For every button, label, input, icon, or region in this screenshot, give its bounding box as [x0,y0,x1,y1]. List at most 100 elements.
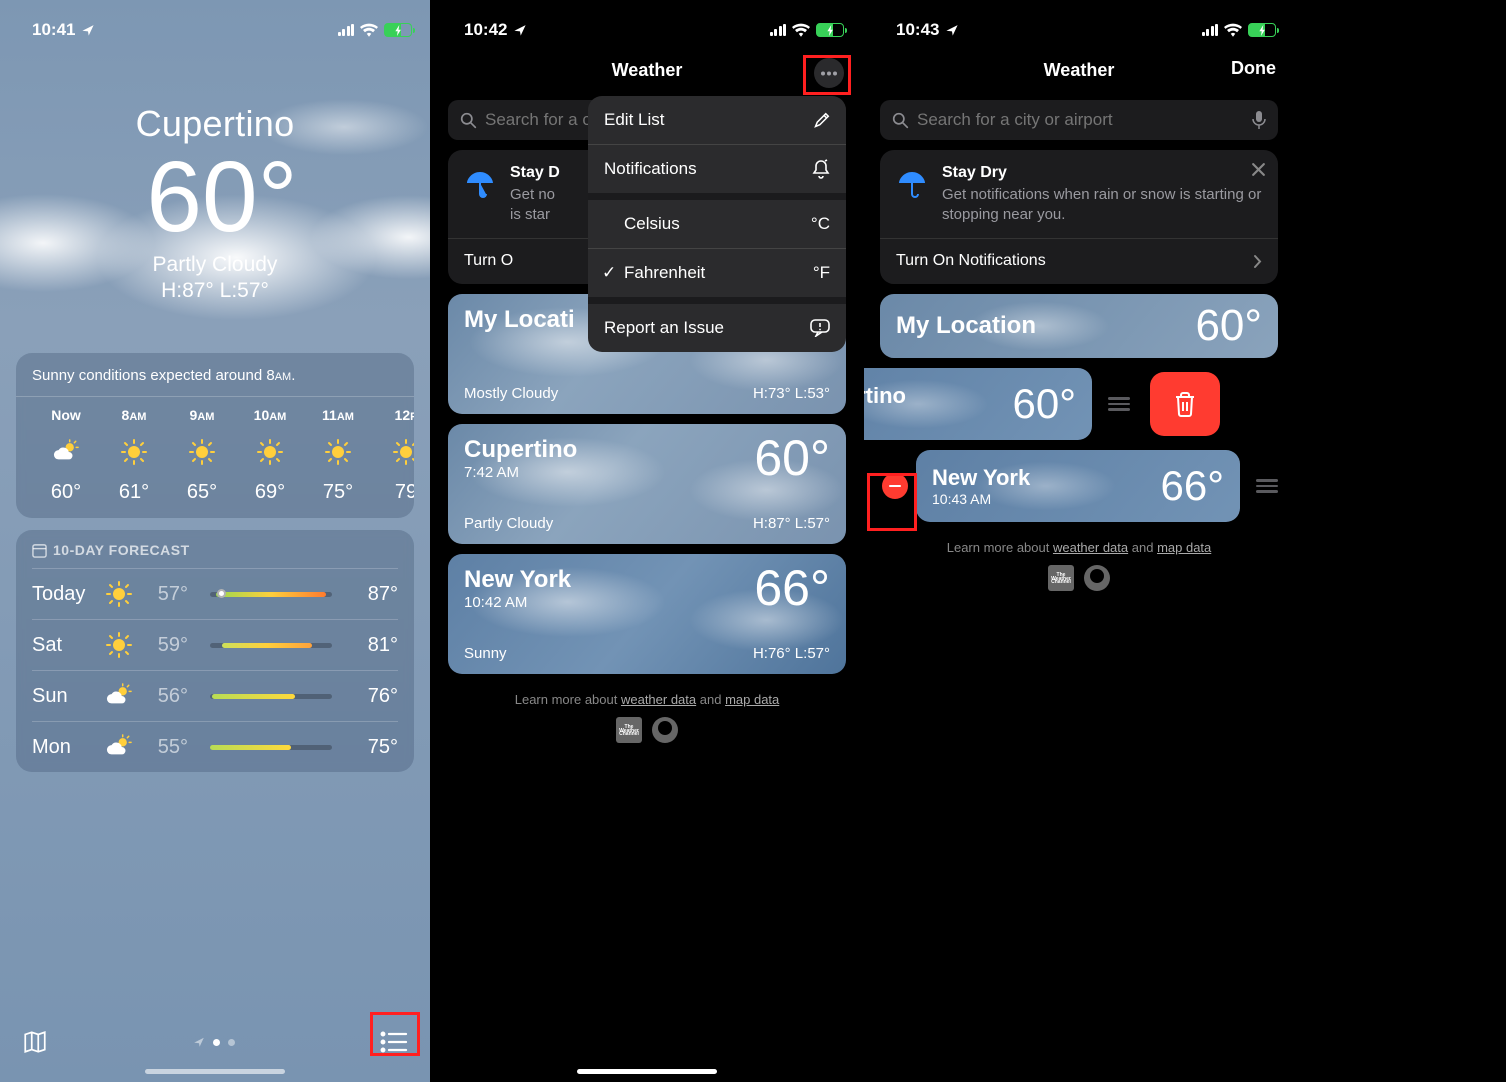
celsius-label: °C [811,214,830,234]
nav-bar: Weather Done [864,48,1294,92]
nav-title: Weather [612,60,683,81]
city-card-newyork[interactable]: New York10:43 AM 66° [916,450,1240,522]
status-time: 10:43 [896,20,939,40]
wifi-icon [1224,23,1242,37]
city-card-cupertino[interactable]: upertino43 AM 60° [864,368,1092,440]
mic-icon[interactable] [1252,110,1266,130]
menu-celsius[interactable]: Celsius°C [588,200,846,248]
nav-bar: Weather [432,48,862,92]
day-row[interactable]: Today57°87° [32,568,398,619]
umbrella-icon [896,168,928,200]
weather-hero: Cupertino 60° Partly Cloudy H:87° L:57° [0,48,430,303]
map-data-link[interactable]: map data [725,692,779,707]
screen-weather-edit: 10:43 Weather Done Stay Dry Get notifica… [864,0,1294,1082]
close-icon[interactable] [1251,162,1266,177]
notif-action-row[interactable]: Turn On Notifications [880,238,1278,270]
city-name: New York [932,465,1030,491]
notif-body: Get nois star [510,185,560,224]
map-data-link[interactable]: map data [1157,540,1211,555]
daily-forecast-card[interactable]: 10-DAY FORECAST Today57°87°Sat59°81°Sun5… [16,530,414,772]
city-cond: Partly Cloudy [464,515,553,532]
menu-edit-list[interactable]: Edit List [588,96,846,144]
umbrella-icon [464,168,496,200]
notification-card: Stay Dry Get notifications when rain or … [880,150,1278,284]
city-temp: 60° [754,436,830,481]
day-row[interactable]: Mon55°75° [32,721,398,772]
drag-handle[interactable] [1240,479,1294,493]
home-indicator[interactable] [145,1069,285,1074]
chat-icon [810,319,830,337]
delete-button[interactable] [1150,372,1220,436]
menu-notifications[interactable]: Notifications [588,145,846,193]
options-menu: Edit List Notifications Celsius°C Fahren… [588,96,846,352]
battery-icon [816,23,844,37]
notif-body: Get notifications when rain or snow is s… [942,185,1262,224]
hour-column: 12P79 [372,407,414,504]
screen-weather-detail: 10:41 Cupertino 60° Partly Cloudy H:87° … [0,0,430,1082]
cellular-icon [338,24,355,36]
chevron-right-icon [1253,254,1262,269]
day-row[interactable]: Sun56°76° [32,670,398,721]
status-time: 10:42 [464,20,507,40]
learn-more: Learn more about weather data and map da… [864,540,1294,555]
fahrenheit-label: °F [813,263,830,283]
wifi-icon [360,23,378,37]
city-cond: Sunny [464,645,507,662]
city-name: upertino [864,383,906,409]
city-time: 10:43 AM [932,491,1030,507]
cellular-icon [770,24,787,36]
trash-icon [1173,391,1197,417]
city-card-newyork[interactable]: New York10:42 AM66° SunnyH:76° L:57° [448,554,846,674]
home-indicator[interactable] [577,1069,717,1074]
city-name: Cupertino [464,436,577,464]
pencil-icon [813,112,830,129]
city-temp: 60° [1012,380,1076,428]
weather-channel-icon: TheWeatherChannel [1048,565,1074,591]
location-name: Cupertino [0,103,430,145]
city-time: 10:42 AM [464,594,571,611]
city-row-mylocation[interactable]: My Location 60° [880,294,1278,358]
calendar-icon [32,543,47,558]
drag-handle[interactable] [1092,397,1146,411]
location-arrow-icon [513,23,527,37]
city-name: New York [464,566,571,594]
done-button[interactable]: Done [1231,58,1276,79]
search-input[interactable] [917,110,1244,130]
city-temp: 66° [754,566,830,611]
highlight-box [867,473,917,531]
map-icon[interactable] [22,1029,48,1055]
city-cond: Mostly Cloudy [464,385,558,402]
weather-data-link[interactable]: weather data [621,692,696,707]
city-row-newyork: New York10:43 AM 66° [864,450,1294,522]
hour-column: 8AM61° [100,407,168,504]
weather-data-link[interactable]: weather data [1053,540,1128,555]
search-bar[interactable] [880,100,1278,140]
search-icon [892,112,909,129]
swirl-icon [652,717,678,743]
city-time: 7:42 AM [464,464,577,481]
page-dots[interactable] [193,1036,235,1048]
status-time: 10:41 [32,20,75,40]
battery-icon [384,23,412,37]
learn-more: Learn more about weather data and map da… [432,692,862,707]
hour-column: 11AM75° [304,407,372,504]
menu-report-issue[interactable]: Report an Issue [588,304,846,352]
daily-title: 10-DAY FORECAST [32,542,398,568]
hi-lo: H:87° L:57° [0,279,430,303]
swirl-icon [1084,565,1110,591]
provider-logos: TheWeatherChannel [432,717,862,743]
city-row-cupertino-swiped: upertino43 AM 60° [864,368,1232,440]
city-time: 43 AM [864,409,906,425]
current-temperature: 60° [14,147,430,247]
city-hilo: H:87° L:57° [753,515,830,532]
city-card-cupertino[interactable]: Cupertino7:42 AM 60° Partly Cloudy H:87° L… [448,424,846,544]
hourly-forecast-card[interactable]: Sunny conditions expected around 8AM. No… [16,353,414,518]
provider-logos: TheWeatherChannel [864,565,1294,591]
hour-column: 10AM69° [236,407,304,504]
day-row[interactable]: Sat59°81° [32,619,398,670]
status-bar: 10:43 [864,0,1294,48]
notif-heading: Stay Dry [942,164,1262,182]
battery-icon [1248,23,1276,37]
wifi-icon [792,23,810,37]
menu-fahrenheit[interactable]: Fahrenheit°F [588,249,846,297]
